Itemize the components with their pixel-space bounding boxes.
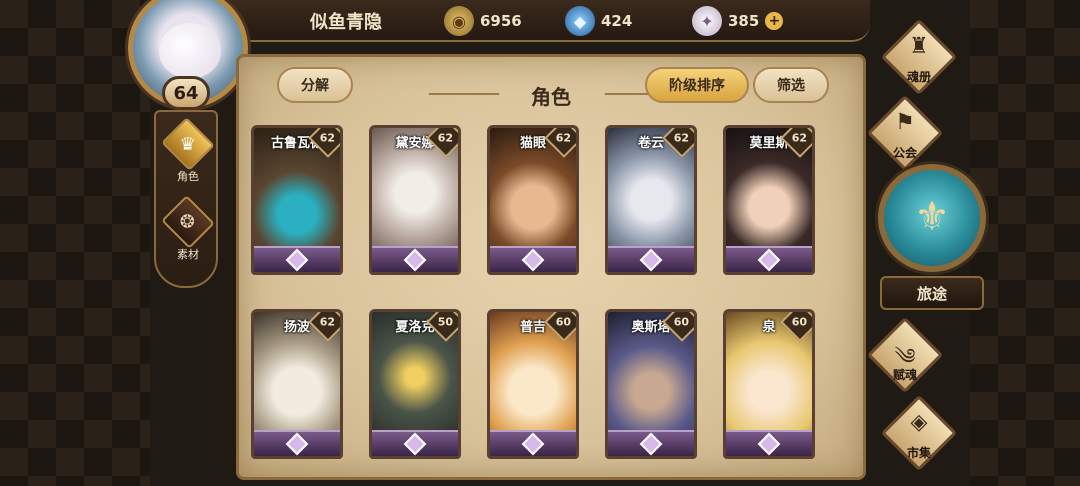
character-card[interactable]: 莫里斯 62 [723, 125, 815, 275]
rank-gem-icon [726, 246, 812, 272]
swirl-icon: ༄ [894, 345, 916, 370]
left-nav: ♛ 角色 ❂ 素材 [154, 110, 218, 288]
rank-gem-icon [726, 430, 812, 456]
menu-soul-book-label: 魂册 [906, 70, 931, 84]
nav-item-material-label: 素材 [177, 248, 199, 261]
add-gem-button[interactable]: + [765, 12, 784, 30]
menu-soul-talent-label: 赋魂 [892, 368, 917, 382]
rank-gem-icon [372, 246, 458, 272]
rank-gem-icon [372, 430, 458, 456]
character-card[interactable]: 古鲁瓦德 62 [251, 125, 343, 275]
rank-gem-icon [254, 246, 340, 272]
gem-icon: ✦ [692, 6, 722, 36]
journey-button[interactable]: ⚜ 旅途 [876, 164, 988, 314]
player-name: 似鱼青隐 [310, 12, 382, 33]
nav-item-role[interactable]: ♛ 角色 [161, 117, 215, 184]
gem-amount: 385 [728, 12, 760, 30]
character-card[interactable]: 夏洛克 50 [369, 309, 461, 459]
character-card[interactable]: 普吉 60 [487, 309, 579, 459]
gem-resource: ✦ 385 + [692, 6, 784, 36]
menu-soul-book[interactable]: ♜ 魂册 [874, 18, 964, 96]
crystal-resource: ◆ 424 [565, 6, 632, 36]
gold-coin-icon: ◉ [444, 6, 474, 36]
nav-item-role-label: 角色 [177, 170, 199, 183]
character-card[interactable]: 黛安娜 62 [369, 125, 461, 275]
helmet-icon: ♛ [161, 117, 215, 171]
menu-guild[interactable]: ⚑ 公会 [860, 94, 950, 172]
rank-gem-icon [490, 430, 576, 456]
top-bar: 似鱼青隐 ◉ 6956 ◆ 424 ✦ 385 + [180, 0, 870, 42]
diamond-gem-icon: ◈ [910, 410, 928, 435]
menu-market-label: 市集 [906, 446, 931, 460]
character-card[interactable]: 扬波 62 [251, 309, 343, 459]
player-level-badge: 64 [162, 76, 210, 110]
material-icon: ❂ [161, 195, 215, 249]
journey-label: 旅途 [880, 276, 984, 310]
character-panel: 分解 角色 阶级排序 筛选 古鲁瓦德 62 黛安娜 62 猫眼 62 卷云 62… [236, 54, 866, 480]
character-card[interactable]: 泉 60 [723, 309, 815, 459]
helmet-icon: ♜ [909, 34, 929, 59]
avatar-portrait [159, 23, 221, 79]
gold-resource: ◉ 6956 [444, 6, 522, 36]
character-card[interactable]: 奥斯塔 60 [605, 309, 697, 459]
trident-emblem-icon: ⚜ [914, 194, 950, 240]
rank-gem-icon [254, 430, 340, 456]
sort-button[interactable]: 阶级排序 [645, 67, 749, 103]
menu-market[interactable]: ◈ 市集 [874, 394, 964, 472]
guild-banner-icon: ⚑ [895, 110, 915, 135]
crystal-icon: ◆ [565, 6, 595, 36]
rank-gem-icon [608, 246, 694, 272]
menu-soul-talent[interactable]: ༄ 赋魂 [860, 316, 950, 394]
nav-item-material[interactable]: ❂ 素材 [161, 195, 215, 262]
rank-gem-icon [608, 430, 694, 456]
gold-amount: 6956 [480, 12, 522, 30]
character-card[interactable]: 卷云 62 [605, 125, 697, 275]
menu-guild-label: 公会 [892, 146, 917, 160]
crystal-amount: 424 [601, 12, 633, 30]
filter-button[interactable]: 筛选 [753, 67, 829, 103]
left-background [0, 0, 150, 486]
character-card[interactable]: 猫眼 62 [487, 125, 579, 275]
rank-gem-icon [490, 246, 576, 272]
